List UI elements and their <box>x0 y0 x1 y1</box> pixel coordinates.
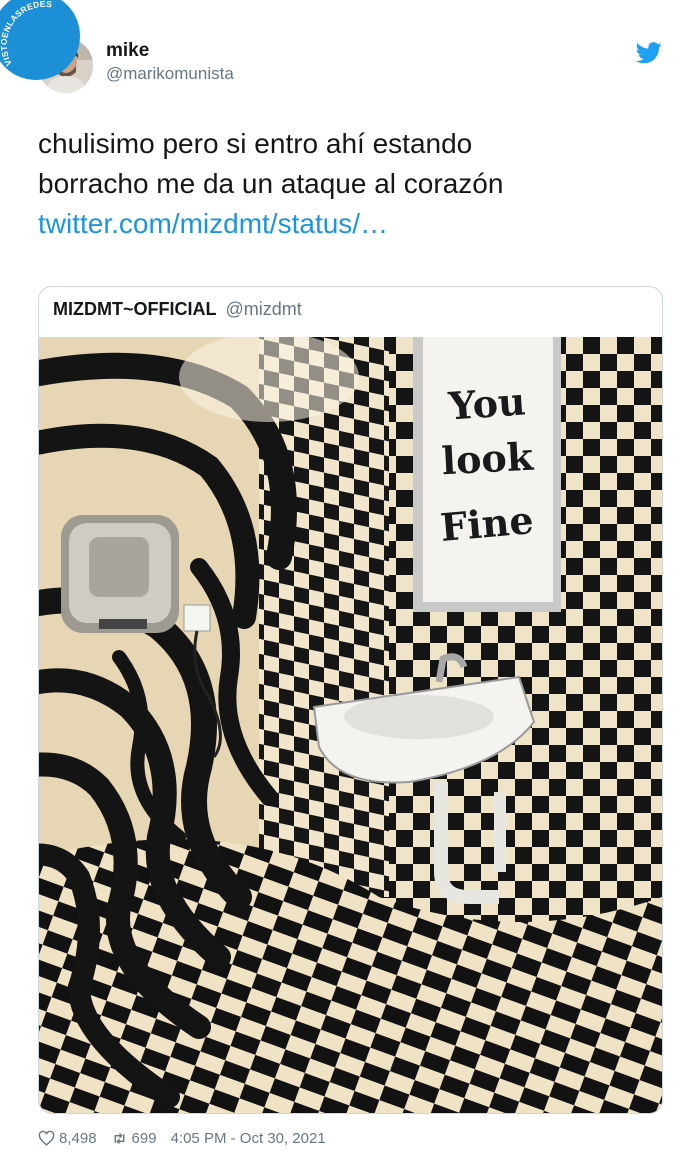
retweet-count[interactable]: 699 <box>111 1130 157 1147</box>
tweet-footer: 8,498 699 4:05 PM - Oct 30, 2021 <box>38 1130 326 1147</box>
author-name[interactable]: mike <box>106 40 149 62</box>
author-handle[interactable]: @marikomunista <box>106 64 234 84</box>
heart-icon <box>38 1130 55 1146</box>
quoted-tweet[interactable]: MIZDMT~OFFICIAL @mizdmt You look Fine <box>38 286 663 1114</box>
svg-text:Fine: Fine <box>438 497 535 550</box>
svg-text:You: You <box>446 378 527 428</box>
like-count[interactable]: 8,498 <box>38 1130 97 1147</box>
tweet-header: mike @marikomunista <box>38 38 662 98</box>
retweet-icon <box>114 1133 125 1144</box>
timestamp[interactable]: 4:05 PM - Oct 30, 2021 <box>171 1130 326 1147</box>
tweet-text-line-2: borracho me da un ataque al corazón <box>38 168 504 199</box>
tweet-text: chulisimo pero si entro ahí estando borr… <box>38 124 663 244</box>
quoted-header: MIZDMT~OFFICIAL @mizdmt <box>53 299 302 320</box>
svg-text:look: look <box>440 434 534 484</box>
tweet-link[interactable]: twitter.com/mizdmt/status/… <box>38 204 663 244</box>
like-count-value: 8,498 <box>59 1130 97 1147</box>
retweet-count-value: 699 <box>131 1130 157 1147</box>
watermark-badge-icon: VISTOENLASREDES <box>0 0 80 80</box>
watermark-badge: VISTOENLASREDES <box>0 0 100 100</box>
quoted-image[interactable]: You look Fine <box>39 337 662 1113</box>
quoted-author-name[interactable]: MIZDMT~OFFICIAL <box>53 299 216 319</box>
tweet-text-line-1: chulisimo pero si entro ahí estando <box>38 128 473 159</box>
quoted-author-handle[interactable]: @mizdmt <box>226 299 302 319</box>
twitter-bird-icon[interactable] <box>636 42 662 64</box>
